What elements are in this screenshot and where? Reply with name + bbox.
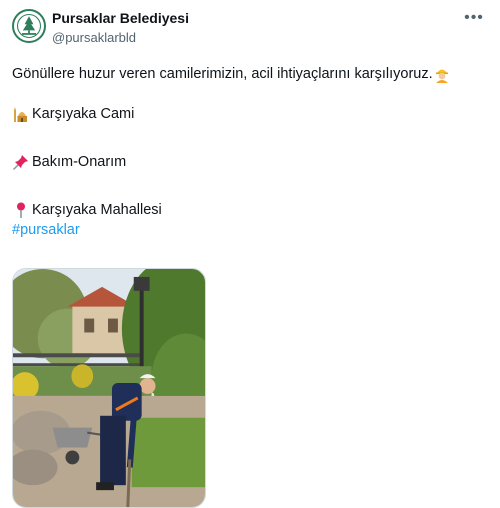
text-line: Karşıyaka Cami (12, 104, 486, 124)
account-handle[interactable]: @pursaklarbld (52, 30, 136, 45)
text-line: Gönüllere huzur veren camilerimizin, aci… (12, 64, 486, 84)
account-avatar[interactable] (12, 9, 46, 43)
tweet-text: Gönüllere huzur veren camilerimizin, aci… (12, 64, 486, 240)
account-display-name[interactable]: Pursaklar Belediyesi (52, 10, 189, 26)
pushpin-emoji (12, 153, 30, 171)
construction-worker-emoji (433, 65, 451, 83)
worker-photo-image (13, 269, 205, 507)
round-pushpin-emoji (12, 201, 30, 219)
text-line: #pursaklar (12, 220, 486, 240)
text-line-2: Karşıyaka Cami (32, 106, 135, 122)
hashtag-link[interactable]: #pursaklar (12, 220, 80, 240)
tweet-photo[interactable] (12, 268, 206, 508)
tweet-card: Pursaklar Belediyesi @pursaklarbld ••• G… (0, 0, 500, 508)
text-line-4: Karşıyaka Mahallesi (32, 202, 162, 218)
more-horizontal-icon: ••• (464, 9, 484, 26)
text-line: Bakım-Onarım (12, 152, 486, 172)
more-options-button[interactable]: ••• (462, 6, 486, 30)
text-line: Karşıyaka Mahallesi (12, 200, 486, 220)
text-line-3: Bakım-Onarım (32, 154, 127, 170)
text-line-1: Gönüllere huzur veren camilerimizin, aci… (12, 66, 433, 82)
mosque-emoji (12, 105, 30, 123)
municipality-logo-icon (15, 12, 43, 40)
